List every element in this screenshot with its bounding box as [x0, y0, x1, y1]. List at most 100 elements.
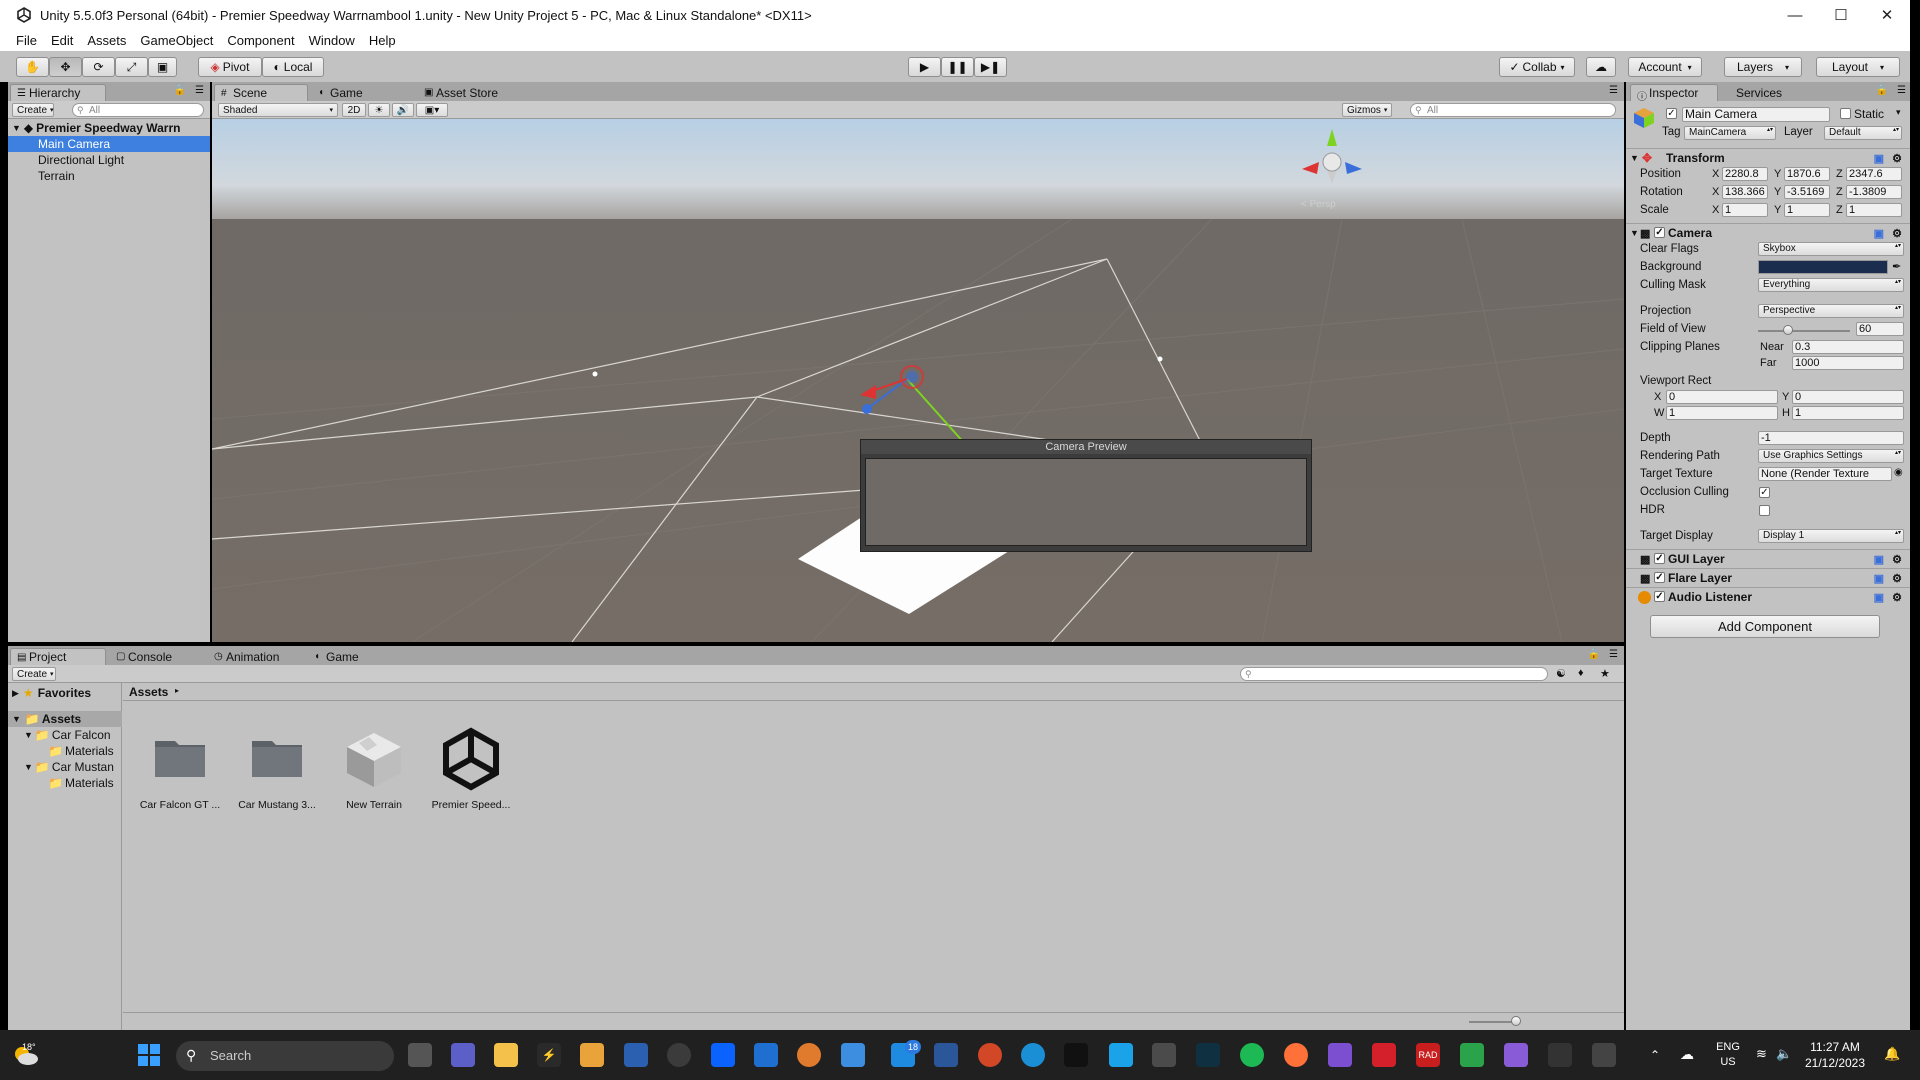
tree-item-assets[interactable]: ▼ 📁 Assets [8, 711, 122, 727]
filter-by-type-icon[interactable]: ☯ [1556, 667, 1566, 680]
tree-item-materials[interactable]: 📁 Materials [8, 775, 122, 791]
help-book-icon[interactable]: ▣ [1874, 227, 1884, 240]
eyedropper-icon[interactable]: ✒ [1892, 260, 1901, 273]
play-button[interactable]: ▶ [908, 57, 941, 77]
background-color-swatch[interactable] [1758, 260, 1888, 274]
fov-field[interactable]: 60 [1856, 322, 1904, 336]
orientation-gizmo-icon[interactable] [1297, 124, 1367, 194]
add-component-button[interactable]: Add Component [1650, 615, 1880, 638]
menu-assets[interactable]: Assets [81, 33, 132, 48]
gui-layer-header[interactable]: ▩ ✓ GUI Layer ▣ ⚙ [1626, 549, 1910, 568]
scene-search-input[interactable]: ⚲ All [1410, 103, 1616, 117]
menu-file[interactable]: File [10, 33, 43, 48]
cloud-icon[interactable]: ☁ [1586, 57, 1616, 77]
tree-item-car-falcon[interactable]: ▼ 📁 Car Falcon [8, 727, 122, 743]
help-book-icon[interactable]: ▣ [1874, 553, 1884, 566]
object-name-field[interactable]: Main Camera [1682, 107, 1830, 122]
collapse-arrow-icon[interactable]: ▼ [1630, 228, 1639, 238]
photoshop-elements-icon[interactable] [624, 1043, 648, 1067]
scale-z-field[interactable]: 1 [1846, 203, 1902, 217]
windows-start-icon[interactable] [138, 1044, 160, 1066]
camera-enabled-checkbox[interactable]: ✓ [1654, 227, 1665, 238]
asset-item[interactable]: Car Mustang 3... [232, 723, 322, 811]
tab-asset-store[interactable]: ▣ Asset Store [418, 84, 518, 101]
calculator-icon[interactable] [1152, 1043, 1176, 1067]
play-app-icon[interactable] [1109, 1043, 1133, 1067]
layer-dropdown[interactable]: Default [1824, 126, 1902, 140]
clock-time[interactable]: 11:27 AM [1800, 1040, 1870, 1054]
visual-studio-icon[interactable] [1328, 1043, 1352, 1067]
layers-dropdown[interactable]: Layers ▾ [1724, 57, 1802, 77]
shading-mode-dropdown[interactable]: Shaded ▾ [218, 103, 338, 117]
tab-project[interactable]: ▤ Project [10, 648, 106, 665]
asset-item[interactable]: New Terrain [329, 723, 419, 811]
gizmos-dropdown[interactable]: Gizmos ▾ [1342, 103, 1392, 117]
effects-dropdown-icon[interactable]: ▣▾ [416, 103, 448, 117]
blender-icon[interactable] [797, 1043, 821, 1067]
create-dropdown[interactable]: Create ▾ [12, 103, 54, 117]
minimize-icon[interactable]: — [1772, 0, 1818, 30]
audio-listener-header[interactable]: ✓ Audio Listener ▣ ⚙ [1626, 587, 1910, 606]
tab-game-bottom[interactable]: ◖ Game [308, 648, 378, 665]
depth-field[interactable]: -1 [1758, 431, 1904, 445]
tree-item-materials[interactable]: 📁 Materials [8, 743, 122, 759]
layout-dropdown[interactable]: Layout ▾ [1816, 57, 1900, 77]
target-texture-field[interactable]: None (Render Texture [1758, 467, 1892, 481]
camera-header[interactable]: ▼ ▩ ✓ Camera ▣ ⚙ [1626, 223, 1910, 242]
scale-y-field[interactable]: 1 [1784, 203, 1830, 217]
favorites-row[interactable]: ▶ ★ Favorites [8, 685, 122, 701]
menu-gameobject[interactable]: GameObject [134, 33, 219, 48]
expand-arrow-icon[interactable]: ▶ [12, 688, 19, 699]
flare-layer-checkbox[interactable]: ✓ [1654, 572, 1665, 583]
teams-icon[interactable] [451, 1043, 475, 1067]
maximize-icon[interactable]: ☐ [1818, 0, 1864, 30]
tab-game[interactable]: ◖ Game [312, 84, 392, 101]
projection-dropdown[interactable]: Perspective [1758, 304, 1904, 318]
occlusion-culling-checkbox[interactable]: ✓ [1759, 487, 1770, 498]
taskbar-search-input[interactable]: ⚲ Search [176, 1041, 394, 1071]
notepad-icon[interactable] [754, 1043, 778, 1067]
culling-mask-dropdown[interactable]: Everything [1758, 278, 1904, 292]
help-book-icon[interactable]: ▣ [1874, 152, 1884, 165]
far-field[interactable]: 1000 [1792, 356, 1904, 370]
transform-header[interactable]: ▼ ✥ Transform ▣ ⚙ [1626, 148, 1910, 167]
target-display-dropdown[interactable]: Display 1 [1758, 529, 1904, 543]
onedrive-icon[interactable]: ☁ [1680, 1046, 1694, 1063]
lock-icon[interactable]: 🔒 [1876, 85, 1888, 96]
close-icon[interactable]: ✕ [1864, 0, 1910, 30]
fov-slider-track[interactable] [1758, 330, 1850, 332]
pivot-toggle[interactable]: ◈ Pivot [198, 57, 262, 77]
chevron-up-icon[interactable]: ⌃ [1650, 1048, 1660, 1062]
media-player-icon[interactable] [580, 1043, 604, 1067]
tab-scene[interactable]: # Scene [214, 84, 308, 101]
word-icon[interactable] [934, 1043, 958, 1067]
star-icon[interactable]: ★ [1600, 667, 1610, 680]
audio-toggle-icon[interactable]: 🔊 [392, 103, 414, 117]
viewport-x-field[interactable]: 0 [1666, 390, 1778, 404]
rad-app-icon[interactable]: RAD [1416, 1043, 1440, 1067]
tab-services[interactable]: Services [1718, 84, 1798, 101]
dropbox-icon[interactable] [711, 1043, 735, 1067]
lock-icon[interactable]: 🔒 [174, 85, 186, 96]
filter-by-label-icon[interactable]: ♦ [1578, 667, 1584, 679]
expand-arrow-icon[interactable]: ▼ [24, 762, 33, 772]
gear-icon[interactable]: ⚙ [1892, 572, 1902, 585]
local-toggle[interactable]: ◐ Local [262, 57, 324, 77]
gear-icon[interactable]: ⚙ [1892, 152, 1902, 165]
hdr-checkbox[interactable] [1759, 505, 1770, 516]
minecraft-icon[interactable] [1460, 1043, 1484, 1067]
expand-arrow-icon[interactable]: ▼ [12, 714, 21, 724]
scene-viewport[interactable]: < Persp Camera Preview [212, 119, 1624, 642]
hierarchy-item-terrain[interactable]: Terrain [8, 168, 210, 184]
project-search-input[interactable]: ⚲ [1240, 667, 1548, 681]
rotation-y-field[interactable]: -3.5169 [1784, 185, 1830, 199]
collapse-arrow-icon[interactable]: ▼ [1630, 153, 1639, 163]
static-checkbox[interactable] [1840, 108, 1851, 119]
unity-editor-icon[interactable] [1592, 1043, 1616, 1067]
zoom-slider-thumb[interactable] [1511, 1016, 1521, 1026]
wifi-icon[interactable]: ≋ [1756, 1046, 1767, 1062]
menu-help[interactable]: Help [363, 33, 402, 48]
k-app-icon[interactable] [1196, 1043, 1220, 1067]
static-dropdown-icon[interactable]: ▾ [1896, 107, 1901, 118]
gear-icon[interactable]: ⚙ [1892, 591, 1902, 604]
